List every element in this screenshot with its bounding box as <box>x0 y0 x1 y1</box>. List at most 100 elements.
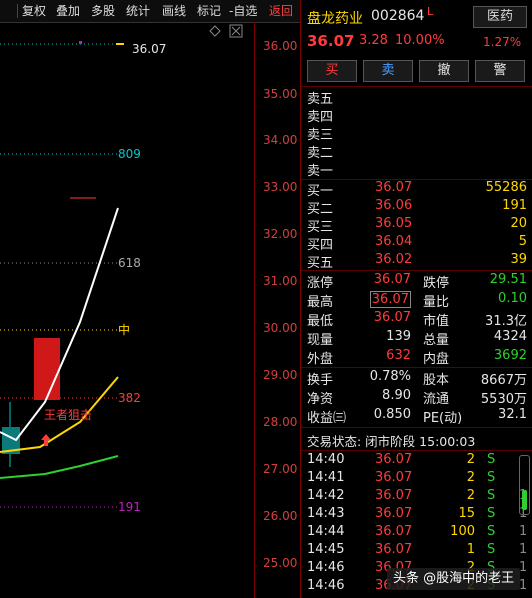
tick-side: S <box>487 542 496 557</box>
ask-4-label: 卖四 <box>307 110 334 125</box>
bid-label: 买一 <box>307 184 334 199</box>
bid-price: 36.04 <box>375 234 413 249</box>
limit-down-value: 29.51 <box>489 272 527 287</box>
tick-time: 14:40 <box>307 452 345 467</box>
bid-label: 买二 <box>307 202 334 217</box>
mark-button[interactable]: 标记 <box>197 2 221 20</box>
price-axis: 36.00 35.00 34.00 33.00 32.00 31.00 30.0… <box>254 22 301 598</box>
tick-volume: 2 <box>466 470 475 485</box>
tick-time: 14:41 <box>307 470 345 485</box>
eps-value: 0.850 <box>373 407 411 422</box>
tick-row: 14:41 36.07 2 S <box>301 470 532 488</box>
fib-mid-label: 中 <box>118 322 130 337</box>
bid-volume: 20 <box>510 216 527 231</box>
fib-191-label: 191 <box>118 500 141 514</box>
tick-price: 36.07 <box>375 506 413 521</box>
alert-button[interactable]: 警 <box>475 60 525 82</box>
buy-button[interactable]: 买 <box>307 60 357 82</box>
magenta-marker <box>79 41 82 44</box>
bid-price: 36.05 <box>375 216 413 231</box>
divider <box>301 367 532 368</box>
tick-time: 14:46 <box>307 578 345 593</box>
tick-time: 14:42 <box>307 488 345 503</box>
price-tick: 28.00 <box>263 415 298 429</box>
stock-flag: L <box>427 5 434 18</box>
tick-side: S <box>487 506 496 521</box>
scrollbar-thumb[interactable] <box>522 490 527 510</box>
tick-scrollbar[interactable] <box>519 455 530 515</box>
tick-price: 36.07 <box>375 470 413 485</box>
tick-count: 1 <box>519 578 528 593</box>
turnover-label: 换手 <box>307 373 334 388</box>
ask-3-label: 卖三 <box>307 128 334 143</box>
price-tick: 26.00 <box>263 509 298 523</box>
ask-1-label: 卖一 <box>307 164 334 179</box>
price-change: 3.28 <box>359 33 388 48</box>
price-change-pct: 10.00% <box>395 33 445 48</box>
overlay-button[interactable]: 叠加 <box>56 2 80 20</box>
back-button[interactable]: 返回 <box>269 2 293 20</box>
sector-change: 1.27% <box>483 35 522 49</box>
tick-volume: 15 <box>458 506 475 521</box>
candlestick-chart[interactable]: 36.07 809 618 中 382 191 王者狙击 <box>0 22 254 598</box>
close-icon[interactable] <box>229 24 243 38</box>
fib-618-label: 618 <box>118 256 141 270</box>
quote-panel: 盘龙药业 002864 L 医药 36.07 3.28 10.00% 1.27%… <box>300 0 532 598</box>
price-tick: 36.00 <box>263 39 298 53</box>
fuquan-button[interactable]: 复权 <box>22 2 46 20</box>
white-ma-line <box>0 207 119 442</box>
ask-5-label: 卖五 <box>307 92 334 107</box>
low-value: 36.07 <box>373 310 411 325</box>
sell-button[interactable]: 卖 <box>363 60 413 82</box>
draw-line-button[interactable]: 画线 <box>162 2 186 20</box>
bid-volume: 5 <box>518 234 527 249</box>
divider <box>301 450 532 451</box>
tick-count: 1 <box>519 560 528 575</box>
low-label: 最低 <box>307 314 334 329</box>
cancel-button[interactable]: 撤 <box>419 60 469 82</box>
bid-volume: 191 <box>502 198 527 213</box>
total-volume-value: 4324 <box>493 329 527 344</box>
tick-count: 1 <box>519 542 528 557</box>
bid-row[interactable]: 买五 36.02 39 <box>301 252 532 271</box>
multi-stock-button[interactable]: 多股 <box>91 2 115 20</box>
green-ma-line <box>0 455 119 479</box>
diamond-icon[interactable] <box>209 25 221 37</box>
bid-row[interactable]: 买一 36.07 55286 <box>301 180 532 199</box>
outer-volume-value: 632 <box>386 348 411 363</box>
divider <box>301 86 532 87</box>
market-cap-value: 31.3亿 <box>485 314 527 329</box>
net-assets-value: 8.90 <box>382 388 411 403</box>
volume-ratio-value: 0.10 <box>498 291 527 306</box>
tick-row: 14:40 36.07 2 S <box>301 452 532 470</box>
price-tick: 33.00 <box>263 180 298 194</box>
tick-time: 14:45 <box>307 542 345 557</box>
tick-side: S <box>487 524 496 539</box>
price-tick: 31.00 <box>263 274 298 288</box>
high-value: 36.07 <box>369 291 411 308</box>
shares-value: 8667万 <box>480 373 527 388</box>
tick-row: 14:42 36.07 2 S 1 <box>301 488 532 506</box>
float-value: 5530万 <box>480 392 527 407</box>
bid-row[interactable]: 买二 36.06 191 <box>301 198 532 217</box>
statistics-button[interactable]: 统计 <box>126 2 150 20</box>
tick-side: S <box>487 488 496 503</box>
inner-volume-label: 内盘 <box>423 352 450 367</box>
tick-price: 36.07 <box>375 524 413 539</box>
bid-volume: 55286 <box>485 180 527 195</box>
pe-value: 32.1 <box>498 407 527 422</box>
sector-button[interactable]: 医药 <box>473 6 527 28</box>
bid-label: 买五 <box>307 256 334 271</box>
price-tick: 35.00 <box>263 87 298 101</box>
watchlist-button[interactable]: -自选 <box>229 2 257 20</box>
total-volume-label: 总量 <box>423 333 450 348</box>
bid-row[interactable]: 买三 36.05 20 <box>301 216 532 235</box>
toolbar-separator <box>17 4 18 18</box>
top-value-label: 36.07 <box>132 42 166 56</box>
tick-row: 14:44 36.07 100 S 1 <box>301 524 532 542</box>
candle-body-red <box>34 338 60 400</box>
tick-price: 36.07 <box>375 542 413 557</box>
high-label: 最高 <box>307 295 334 310</box>
price-tick: 25.00 <box>263 556 298 570</box>
bid-row[interactable]: 买四 36.04 5 <box>301 234 532 253</box>
